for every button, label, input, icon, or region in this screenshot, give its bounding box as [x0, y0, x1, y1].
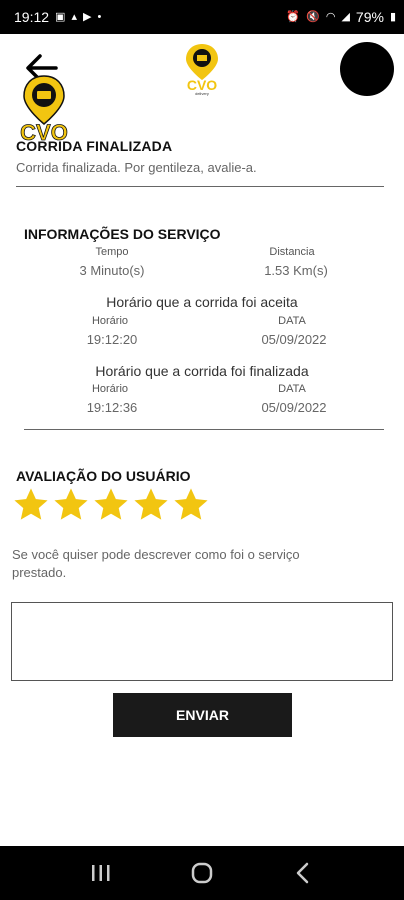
service-info-title: INFORMAÇÕES DO SERVIÇO [24, 226, 221, 242]
send-button[interactable]: ENVIAR [113, 693, 292, 737]
battery-icon: ▮ [389, 10, 396, 23]
accepted-time-value: 19:12:20 [86, 332, 138, 347]
alarm-icon: ⏰ [286, 10, 301, 23]
mute-icon: 🔇 [306, 10, 320, 23]
star-icon[interactable] [134, 488, 168, 522]
svg-text:delivery: delivery [195, 91, 209, 96]
star-icon[interactable] [174, 488, 208, 522]
cvo-logo-icon: CVO delivery [180, 42, 224, 96]
star-icon[interactable] [94, 488, 128, 522]
comment-hint: Se você quiser pode descrever como foi o… [12, 547, 300, 580]
comment-input[interactable] [11, 602, 393, 681]
ride-subtitle: Corrida finalizada. Por gentileza, avali… [16, 160, 257, 175]
finished-time-value: 19:12:36 [86, 400, 138, 415]
star-icon[interactable] [14, 488, 48, 522]
accepted-heading: Horário que a corrida foi aceita [106, 294, 298, 310]
status-time: 19:12 [14, 9, 50, 25]
avatar[interactable] [340, 42, 394, 96]
ride-title: CORRIDA FINALIZADA [16, 138, 173, 154]
image-icon: ▣ [55, 10, 66, 23]
star-icon[interactable] [54, 488, 88, 522]
time-value: 3 Minuto(s) [79, 263, 145, 278]
cvo-logo-large-icon: CVO [14, 74, 74, 146]
finished-heading: Horário que a corrida foi finalizada [95, 363, 309, 379]
navigation-bar [0, 846, 404, 900]
divider [24, 429, 384, 430]
rating-title: AVALIAÇÃO DO USUÁRIO [16, 468, 191, 484]
finished-date-value: 05/09/2022 [261, 400, 327, 415]
star-rating [14, 488, 208, 522]
battery-level: 79% [355, 9, 384, 25]
finished-time-label: Horário [91, 383, 129, 395]
dot-icon: • [97, 10, 102, 23]
status-bar: 19:12 ▣ ▴ ▶ • ⏰ 🔇 ◠ ◢ 79% ▮ [0, 0, 404, 34]
youtube-icon: ▶ [82, 10, 92, 23]
divider [16, 186, 384, 187]
signal-icon: ◢ [341, 10, 350, 23]
time-label: Tempo [95, 246, 129, 258]
status-right: ⏰ 🔇 ◠ ◢ 79% ▮ [286, 9, 396, 25]
distance-label: Distancia [269, 246, 315, 258]
accepted-date-value: 05/09/2022 [261, 332, 327, 347]
distance-value: 1.53 Km(s) [264, 263, 328, 278]
finished-date-label: DATA [278, 383, 306, 395]
home-icon[interactable] [182, 858, 222, 888]
recents-icon[interactable] [81, 858, 121, 888]
wifi-icon: ◠ [325, 10, 336, 23]
accepted-time-label: Horário [91, 315, 129, 327]
back-icon[interactable] [283, 858, 323, 888]
accepted-date-label: DATA [278, 315, 306, 327]
notification-icon: ▴ [71, 10, 77, 23]
status-left: 19:12 ▣ ▴ ▶ • [14, 9, 101, 25]
